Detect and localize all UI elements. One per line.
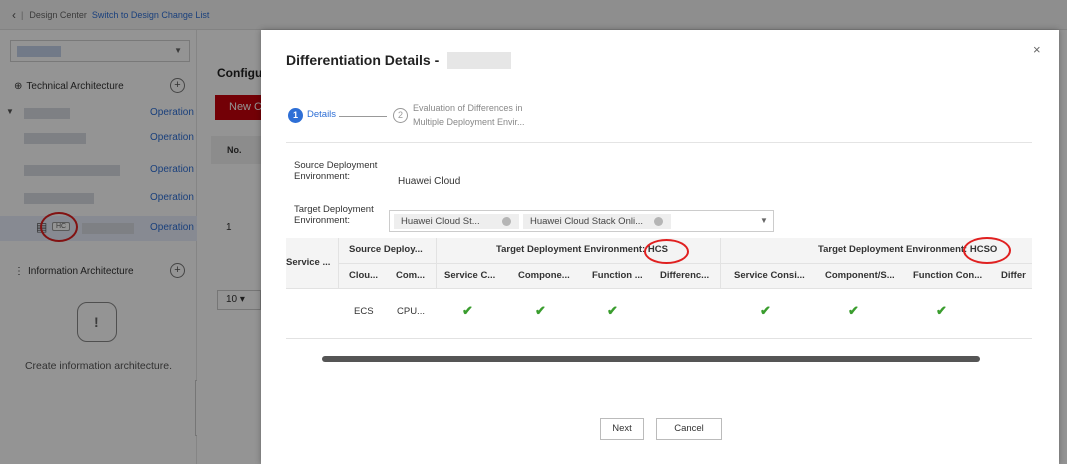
step-2-indicator: 2: [393, 108, 408, 123]
step-connector: [339, 116, 387, 117]
column-header-hcs-component: Compone...: [518, 270, 570, 281]
close-icon[interactable]: ×: [1033, 42, 1041, 57]
column-header-hcso-function: Function Con...: [913, 270, 983, 281]
target-env-chip: Huawei Cloud St...: [394, 214, 519, 229]
source-env-value: Huawei Cloud: [398, 176, 461, 187]
column-header-hcso-service: Service Consi...: [734, 270, 805, 281]
column-header-hcso-difference: Differ: [1001, 270, 1026, 281]
step-2-label: Evaluation of Differences in: [413, 103, 523, 113]
check-icon: ✔: [607, 303, 618, 318]
remove-chip-icon[interactable]: [654, 217, 663, 226]
check-icon: ✔: [462, 303, 473, 318]
remove-chip-icon[interactable]: [502, 217, 511, 226]
differentiation-details-dialog: Differentiation Details - × 1 Details 2 …: [261, 30, 1059, 464]
column-header-cloud: Clou...: [349, 270, 379, 281]
check-icon: ✔: [936, 303, 947, 318]
divider: [720, 238, 721, 288]
cancel-button[interactable]: Cancel: [656, 418, 722, 440]
step-1-indicator: 1: [288, 108, 303, 123]
target-env-label: Target Deployment Environment:: [294, 204, 374, 226]
divider: [338, 238, 339, 288]
divider: [436, 238, 437, 288]
target-env-chip: Huawei Cloud Stack Onli...: [523, 214, 671, 229]
check-icon: ✔: [535, 303, 546, 318]
divider: [338, 263, 1032, 264]
dialog-title: Differentiation Details -: [286, 52, 440, 68]
column-header-hcs-function: Function ...: [592, 270, 643, 281]
column-header-hcs-service: Service C...: [444, 270, 496, 281]
step-2-label: Multiple Deployment Envir...: [413, 117, 525, 127]
horizontal-scrollbar[interactable]: [322, 356, 980, 362]
chevron-down-icon: ▼: [760, 216, 768, 225]
divider: [286, 142, 1032, 143]
column-group-source: Source Deploy...: [349, 244, 423, 255]
target-env-select[interactable]: Huawei Cloud St... Huawei Cloud Stack On…: [389, 210, 774, 232]
divider: [286, 288, 1032, 289]
dialog-title-redacted: [447, 52, 511, 69]
check-icon: ✔: [760, 303, 771, 318]
annotation-circle: [963, 237, 1011, 264]
column-header-service: Service ...: [286, 257, 331, 268]
next-button[interactable]: Next: [600, 418, 644, 440]
source-env-label: Source Deployment Environment:: [294, 160, 378, 182]
divider: [286, 338, 1032, 339]
column-header-hcso-component: Component/S...: [825, 270, 895, 281]
cell-component: CPU...: [397, 306, 425, 317]
column-header-hcs-difference: Differenc...: [660, 270, 710, 281]
step-1-label: Details: [307, 109, 337, 120]
annotation-circle: [644, 239, 689, 264]
check-icon: ✔: [848, 303, 859, 318]
column-header-component: Com...: [396, 270, 426, 281]
column-group-target-hcs: Target Deployment Environment: HCS: [496, 244, 668, 255]
cell-cloud: ECS: [354, 306, 374, 317]
